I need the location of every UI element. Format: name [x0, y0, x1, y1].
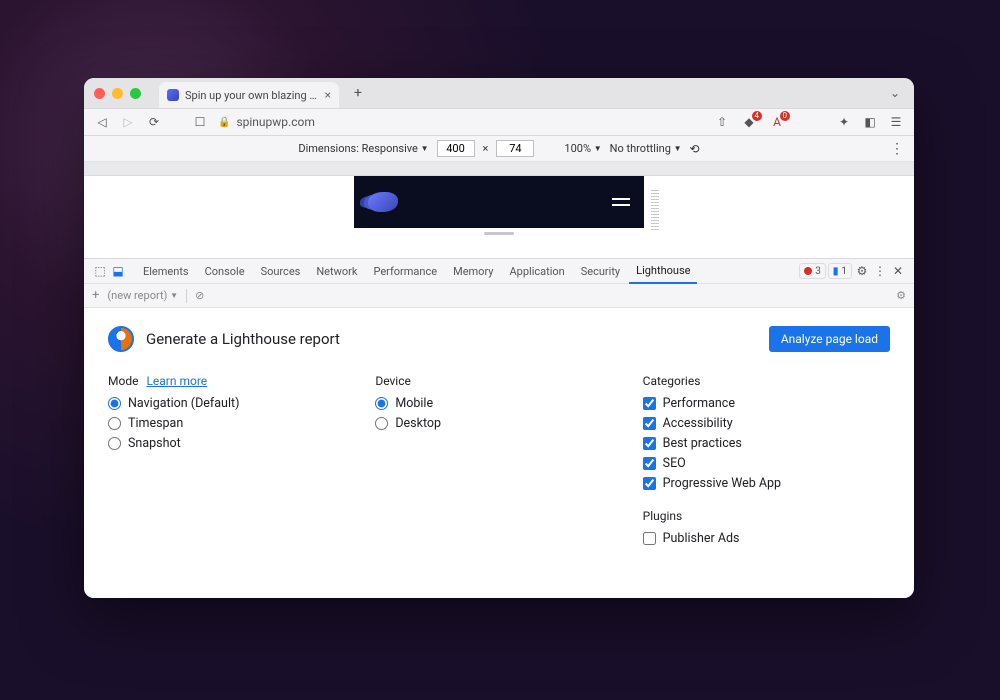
cat-seo[interactable]: SEO [643, 456, 890, 471]
tab-network[interactable]: Network [309, 259, 364, 284]
resize-handle[interactable] [354, 228, 644, 238]
hamburger-icon[interactable] [612, 198, 630, 206]
device-column: Device Mobile Desktop [375, 374, 622, 551]
device-more-icon[interactable]: ⋮ [890, 141, 904, 157]
learn-more-link[interactable]: Learn more [146, 374, 207, 388]
width-input[interactable] [437, 140, 475, 157]
tab-strip: Spin up your own blazing fast W × + ⌄ [84, 78, 914, 108]
report-dropdown[interactable]: (new report) ▼ [107, 289, 178, 302]
favicon-icon [167, 89, 179, 101]
traffic-lights [94, 88, 141, 99]
tab-application[interactable]: Application [502, 259, 571, 284]
lighthouse-panel: Generate a Lighthouse report Analyze pag… [84, 308, 914, 598]
extensions-icon[interactable]: ✦ [836, 115, 852, 129]
console-info-badge[interactable]: ▮1 [828, 263, 852, 279]
lighthouse-title: Generate a Lighthouse report [146, 330, 340, 348]
address-bar[interactable]: 🔒 spinupwp.com [218, 115, 704, 129]
device-toolbar: Dimensions: Responsive ▼ × 100% ▼ No thr… [84, 136, 914, 162]
console-errors-badge[interactable]: 3 [799, 263, 826, 279]
browser-window: Spin up your own blazing fast W × + ⌄ ◁ … [84, 78, 914, 598]
sidepanel-icon[interactable]: ◧ [862, 115, 878, 129]
site-logo-icon [368, 192, 398, 212]
extension-badge-2[interactable]: A0 [768, 115, 786, 129]
inspect-icon[interactable]: ⬚ [92, 264, 108, 278]
rendered-viewport [84, 176, 914, 258]
minimize-window-button[interactable] [112, 88, 123, 99]
extension-badge-1[interactable]: ◆4 [740, 115, 758, 129]
lighthouse-toolbar: + (new report) ▼ ⊘ ⚙ [84, 284, 914, 308]
tab-console[interactable]: Console [198, 259, 252, 284]
devtools-more-icon[interactable]: ⋮ [872, 264, 888, 278]
analyze-button[interactable]: Analyze page load [769, 326, 890, 352]
mode-column: Mode Learn more Navigation (Default) Time… [108, 374, 355, 551]
cat-accessibility[interactable]: Accessibility [643, 416, 890, 431]
reload-button[interactable]: ⟳ [146, 115, 162, 129]
rotate-icon[interactable]: ⟲ [690, 142, 700, 156]
close-tab-icon[interactable]: × [325, 88, 331, 102]
clear-icon[interactable]: ⊘ [195, 289, 204, 302]
mode-snapshot[interactable]: Snapshot [108, 436, 355, 451]
height-input[interactable] [496, 140, 534, 157]
mode-navigation[interactable]: Navigation (Default) [108, 396, 355, 411]
devtools-tabs: ⬚ ⬓ Elements Console Sources Network Per… [84, 258, 914, 284]
tab-memory[interactable]: Memory [446, 259, 500, 284]
tab-elements[interactable]: Elements [136, 259, 196, 284]
tab-lighthouse[interactable]: Lighthouse [629, 259, 697, 284]
maximize-window-button[interactable] [130, 88, 141, 99]
cat-pwa[interactable]: Progressive Web App [643, 476, 890, 491]
dimensions-dropdown[interactable]: Dimensions: Responsive ▼ [298, 142, 428, 155]
mode-timespan[interactable]: Timespan [108, 416, 355, 431]
tab-sources[interactable]: Sources [254, 259, 308, 284]
bookmark-icon[interactable]: ☐ [192, 115, 208, 129]
lighthouse-logo-icon [108, 326, 134, 352]
page-preview[interactable] [354, 176, 644, 238]
share-icon[interactable]: ⇧ [714, 115, 730, 129]
device-heading: Device [375, 374, 622, 388]
devtools-close-icon[interactable]: ✕ [890, 264, 906, 278]
url-host: spinupwp.com [236, 115, 314, 129]
add-report-button[interactable]: + [92, 288, 99, 303]
mode-heading: Mode [108, 374, 138, 388]
categories-heading: Categories [643, 374, 890, 388]
new-tab-button[interactable]: + [347, 82, 369, 104]
device-toggle-icon[interactable]: ⬓ [110, 264, 126, 278]
cat-performance[interactable]: Performance [643, 396, 890, 411]
close-window-button[interactable] [94, 88, 105, 99]
zoom-dropdown[interactable]: 100% ▼ [564, 142, 601, 155]
device-mobile[interactable]: Mobile [375, 396, 622, 411]
device-desktop[interactable]: Desktop [375, 416, 622, 431]
viewport-resize-handle[interactable] [651, 190, 659, 230]
lighthouse-settings-icon[interactable]: ⚙ [896, 289, 906, 302]
throttling-dropdown[interactable]: No throttling ▼ [610, 142, 682, 155]
tab-security[interactable]: Security [574, 259, 627, 284]
tab-performance[interactable]: Performance [366, 259, 444, 284]
devtools-settings-icon[interactable]: ⚙ [854, 264, 870, 278]
tabs-overflow-icon[interactable]: ⌄ [890, 86, 900, 100]
categories-column: Categories Performance Accessibility Bes… [643, 374, 890, 551]
account-icon[interactable]: ☰ [888, 115, 904, 129]
times-label: × [483, 142, 489, 155]
ruler [84, 162, 914, 176]
cat-best-practices[interactable]: Best practices [643, 436, 890, 451]
toolbar: ◁ ▷ ⟳ ☐ 🔒 spinupwp.com ⇧ ◆4 A0 ✦ ◧ ☰ [84, 108, 914, 136]
plugin-publisher-ads[interactable]: Publisher Ads [643, 531, 890, 546]
tab-title: Spin up your own blazing fast W [185, 89, 319, 102]
browser-tab[interactable]: Spin up your own blazing fast W × [159, 82, 339, 108]
back-button[interactable]: ◁ [94, 115, 110, 129]
lock-icon: 🔒 [218, 117, 230, 128]
forward-button[interactable]: ▷ [120, 115, 136, 129]
plugins-heading: Plugins [643, 509, 890, 523]
